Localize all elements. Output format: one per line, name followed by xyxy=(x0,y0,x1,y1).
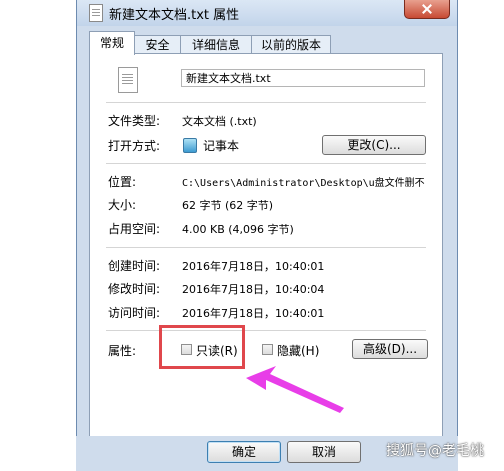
disk-size-label: 占用空间: xyxy=(108,222,161,236)
advanced-button[interactable]: 高级(D)... xyxy=(352,339,428,359)
size-label: 大小: xyxy=(108,198,137,212)
hidden-checkbox[interactable] xyxy=(262,344,273,355)
divider xyxy=(106,330,426,331)
divider xyxy=(106,247,426,248)
text-file-icon xyxy=(89,4,103,22)
location-value: C:\Users\Administrator\Desktop\u盘文件删不 xyxy=(182,178,425,189)
hidden-label[interactable]: 隐藏(H) xyxy=(277,342,319,359)
change-button[interactable]: 更改(C)... xyxy=(322,135,426,155)
location-label: 位置: xyxy=(108,175,137,189)
open-with-value: 记事本 xyxy=(203,139,240,153)
highlight-box xyxy=(159,325,245,369)
title-bar[interactable]: 新建文本文档.txt 属性 xyxy=(77,0,457,26)
tab-previous-versions[interactable]: 以前的版本 xyxy=(251,35,331,54)
divider xyxy=(106,102,426,103)
cancel-button[interactable]: 取消 xyxy=(287,441,361,463)
created-value: 2016年7月18日，10:40:01 xyxy=(182,260,325,273)
accessed-value: 2016年7月18日，10:40:01 xyxy=(182,307,325,320)
modified-label: 修改时间: xyxy=(108,282,161,296)
notepad-icon xyxy=(183,138,197,153)
tab-details[interactable]: 详细信息 xyxy=(180,35,252,54)
size-value: 62 字节 (62 字节) xyxy=(182,199,274,212)
watermark: 搜狐号@老毛桃 xyxy=(386,443,484,459)
created-label: 创建时间: xyxy=(108,259,161,273)
file-type-label: 文件类型: xyxy=(108,114,161,128)
ok-button[interactable]: 确定 xyxy=(207,441,281,463)
modified-value: 2016年7月18日，10:40:04 xyxy=(182,283,325,296)
disk-size-value: 4.00 KB (4,096 字节) xyxy=(182,223,294,236)
file-type-value: 文本文档 (.txt) xyxy=(182,115,257,128)
tab-security[interactable]: 安全 xyxy=(134,35,181,54)
tab-general[interactable]: 常规 xyxy=(89,31,135,55)
document-icon xyxy=(118,67,138,93)
pointer-arrow-icon xyxy=(246,366,344,413)
attributes-label: 属性: xyxy=(108,344,137,358)
close-button[interactable] xyxy=(404,0,450,19)
filename-input[interactable]: 新建文本文档.txt xyxy=(181,69,425,87)
accessed-label: 访问时间: xyxy=(108,306,161,320)
divider xyxy=(106,163,426,164)
open-with-label: 打开方式: xyxy=(108,139,161,153)
window-title: 新建文本文档.txt 属性 xyxy=(109,8,240,23)
